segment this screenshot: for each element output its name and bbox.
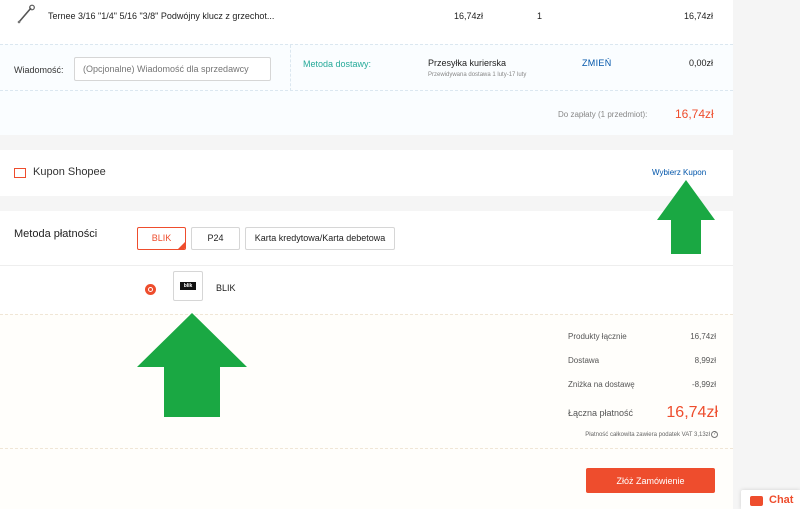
place-order-button[interactable]: Złóż Zamówienie	[586, 468, 715, 493]
payment-method-title: Metoda płatności	[14, 228, 98, 240]
summary-products-value: 16,74zł	[690, 332, 716, 341]
shipping-method-name: Przesyłka kurierska	[428, 58, 507, 68]
chat-button[interactable]: Chat	[741, 490, 800, 509]
payment-option-p24[interactable]: P24	[191, 227, 240, 250]
order-total-row: Do zapłaty (1 przedmiot): 16,74zł	[0, 90, 733, 135]
right-gutter	[733, 0, 800, 509]
product-unit-price: 16,74zł	[454, 11, 484, 21]
divider	[0, 265, 733, 266]
payment-option-label: BLIK	[151, 233, 172, 243]
shipping-eta: Przewidywana dostawa 1 luty-17 luty	[428, 72, 527, 78]
grand-total-label: Łączna płatność	[568, 408, 634, 418]
message-label: Wiadomość:	[14, 65, 64, 75]
order-total-value: 16,74zł	[675, 107, 714, 121]
coupon-section: Kupon Shopee Wybierz Kupon	[0, 150, 733, 196]
chat-label: Chat	[769, 494, 794, 506]
payment-option-blik[interactable]: BLIK	[137, 227, 186, 250]
change-shipping-button[interactable]: ZMIEŃ	[582, 58, 612, 68]
product-row: Ternee 3/16 "1/4" 5/16 "3/8" Podwójny kl…	[0, 0, 733, 44]
shipping-method-label: Metoda dostawy:	[303, 59, 372, 69]
chat-icon	[750, 496, 763, 506]
summary-products-label: Produkty łącznie	[568, 332, 627, 341]
coupon-ticket-icon	[14, 168, 26, 178]
seller-message-input[interactable]	[74, 57, 271, 81]
annotation-arrow-up-icon	[137, 313, 247, 417]
order-summary: Produkty łącznie 16,74zł Dostawa 8,99zł …	[0, 314, 733, 448]
product-subtotal: 16,74zł	[684, 11, 714, 21]
payment-option-label: Karta kredytowa/Karta debetowa	[254, 233, 386, 243]
order-total-label: Do zapłaty (1 przedmiot):	[558, 110, 648, 119]
summary-shipping-label: Dostawa	[568, 356, 600, 365]
divider	[290, 45, 291, 91]
grand-total-value: 16,74zł	[666, 404, 718, 421]
shipping-price: 0,00zł	[689, 58, 714, 68]
payment-option-label: P24	[207, 233, 224, 243]
vat-note: Płatność całkowita zawiera podatek VAT 3…	[585, 431, 718, 438]
summary-discount-label: Zniżka na dostawę	[568, 380, 635, 389]
selected-corner-icon	[178, 242, 185, 249]
payment-option-card[interactable]: Karta kredytowa/Karta debetowa	[245, 227, 395, 250]
annotation-arrow-up-icon	[657, 180, 715, 254]
choose-coupon-link[interactable]: Wybierz Kupon	[652, 168, 706, 177]
info-icon: ?	[711, 431, 718, 438]
coupon-title: Kupon Shopee	[33, 166, 106, 178]
summary-shipping-value: 8,99zł	[694, 356, 716, 365]
selected-payment-label: BLIK	[216, 283, 236, 293]
product-name[interactable]: Ternee 3/16 "1/4" 5/16 "3/8" Podwójny kl…	[48, 11, 274, 21]
vat-note-text: Płatność całkowita zawiera podatek VAT 3…	[585, 432, 710, 439]
product-quantity: 1	[537, 11, 543, 21]
blik-logo: blik	[173, 271, 203, 301]
shipping-row: Wiadomość: Metoda dostawy: Przesyłka kur…	[0, 44, 733, 91]
place-order-bar: Złóż Zamówienie	[0, 448, 733, 509]
blik-logo-text: blik	[180, 282, 196, 290]
blik-radio[interactable]	[145, 284, 156, 295]
wrench-icon	[17, 4, 35, 24]
summary-discount-value: -8,99zł	[691, 380, 716, 389]
